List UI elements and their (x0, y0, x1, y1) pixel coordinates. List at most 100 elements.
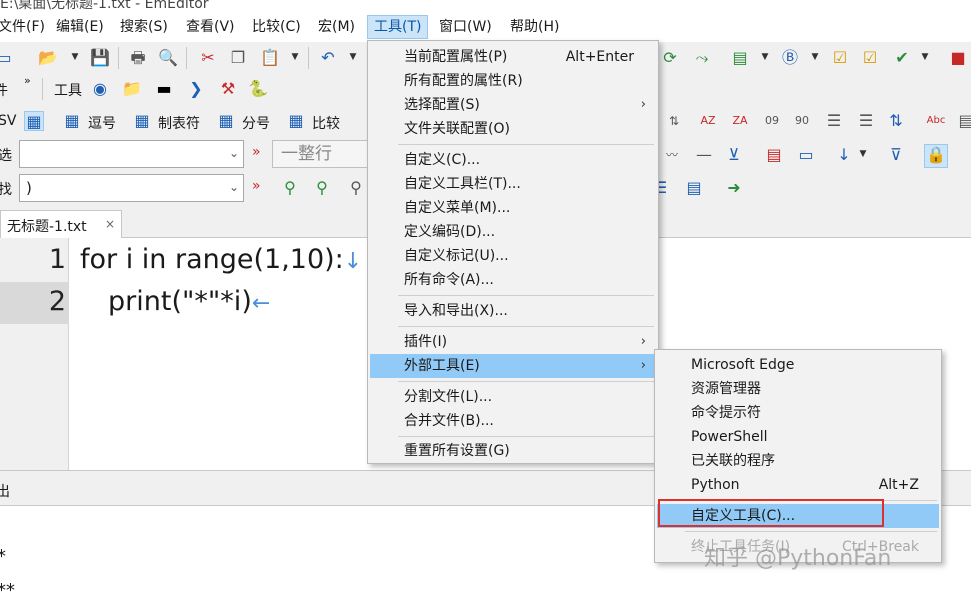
find-combo[interactable]: ) ⌄ (19, 174, 244, 202)
code-line[interactable]: print("*"*i)← (108, 286, 270, 317)
submenu-item-explorer[interactable]: 资源管理器 (657, 377, 939, 401)
validate-dropdown-icon[interactable]: ▼ (920, 52, 930, 62)
powershell-icon[interactable]: ❯ (186, 79, 206, 99)
menu-item-customize-toolbars[interactable]: 自定义工具栏(T)... (370, 172, 656, 196)
menu-window[interactable]: 窗口(W) (433, 15, 498, 39)
menu-item-import-export[interactable]: 导入和导出(X)... (370, 299, 656, 323)
menu-compare[interactable]: 比较(C) (246, 15, 307, 39)
menu-macro[interactable]: 宏(M) (312, 15, 361, 39)
menu-item-select-config[interactable]: 选择配置(S) › (370, 93, 656, 117)
compare-button[interactable]: 比较 (312, 113, 340, 133)
find-options-icon[interactable]: ⚲ (346, 178, 366, 198)
filter-next-icon[interactable]: » (252, 144, 261, 160)
explorer-icon[interactable]: 📁 (122, 79, 142, 99)
menu-help[interactable]: 帮助(H) (504, 15, 565, 39)
arrow-down-icon[interactable]: ↓ (834, 145, 854, 165)
find-next-icon[interactable]: » (252, 178, 261, 194)
list-icon[interactable]: ▤ (684, 178, 704, 198)
checklist-icon[interactable]: ☑ (830, 48, 850, 68)
lock-icon[interactable]: 🔒 (924, 144, 948, 168)
submenu-item-microsoft-edge[interactable]: Microsoft Edge (657, 353, 939, 377)
comma-icon[interactable]: ▦ (62, 111, 82, 131)
paste-icon[interactable]: 📋 (260, 48, 280, 68)
sort-9-0-icon[interactable]: 90 (792, 111, 812, 131)
menu-item-customize-menus[interactable]: 自定义菜单(M)... (370, 196, 656, 220)
menu-item-combine-files[interactable]: 合并文件(B)... (370, 409, 656, 433)
menu-tools[interactable]: 工具(T) (367, 15, 429, 39)
hammer-icon[interactable]: ⚒ (218, 79, 238, 99)
sort-options-icon[interactable]: ⇅ (886, 111, 906, 131)
tab-separator-icon[interactable]: ▦ (132, 111, 152, 131)
arrow-dropdown-icon[interactable]: ▼ (858, 149, 868, 159)
wave-icon[interactable]: 〰 (662, 145, 682, 165)
line-icon[interactable]: — (694, 145, 714, 165)
menu-item-customize-markers[interactable]: 自定义标记(U)... (370, 244, 656, 268)
sort-az-icon[interactable]: ⇅ (664, 111, 684, 131)
edge-icon[interactable]: ◉ (90, 79, 110, 99)
more-icon[interactable]: ▤ (956, 111, 971, 131)
document-icon[interactable]: ▤ (730, 48, 750, 68)
menu-edit[interactable]: 编辑(E) (50, 15, 110, 39)
menu-item-current-config-properties[interactable]: 当前配置属性(P) Alt+Enter (370, 45, 656, 69)
normal-mode-icon[interactable]: ▦ (24, 111, 44, 131)
menu-search[interactable]: 搜索(S) (114, 15, 174, 39)
bookmark-list-icon[interactable]: ▤ (764, 145, 784, 165)
chevron-down-icon[interactable]: ⌄ (229, 180, 239, 194)
code-line[interactable]: for i in range(1,10):↓ (80, 244, 362, 275)
copy-icon[interactable]: ❐ (228, 48, 248, 68)
sync-next-icon[interactable]: ⤳ (692, 48, 712, 68)
find-previous-icon[interactable]: ⚲ (280, 178, 300, 198)
sync-icon[interactable]: ⟳ (660, 48, 680, 68)
page-icon[interactable]: ▭ (796, 145, 816, 165)
compare-icon[interactable]: ▦ (286, 111, 306, 131)
semicolon-icon[interactable]: ▦ (216, 111, 236, 131)
sort-0-9-icon[interactable]: 09 (762, 111, 782, 131)
paste-dropdown-icon[interactable]: ▼ (290, 52, 300, 62)
command-prompt-icon[interactable]: ▬ (154, 79, 174, 99)
tab-separator-button[interactable]: 制表符 (158, 113, 200, 133)
submenu-item-powershell[interactable]: PowerShell (657, 425, 939, 449)
spell-check-icon[interactable]: Abc (926, 111, 946, 131)
filter-combo[interactable]: ⌄ (19, 140, 244, 168)
open-folder-icon[interactable]: 📂 (38, 48, 58, 68)
find-next-search-icon[interactable]: ⚲ (312, 178, 332, 198)
menu-item-all-commands[interactable]: 所有命令(A)... (370, 268, 656, 292)
document-tab[interactable]: 无标题-1.txt × (0, 210, 122, 238)
open-dropdown-icon[interactable]: ▼ (70, 52, 80, 62)
overflow-chevron-icon[interactable]: » (24, 74, 31, 87)
menu-item-all-config-properties[interactable]: 所有配置的属性(R) (370, 69, 656, 93)
menu-item-external-tools[interactable]: 外部工具(E) › (370, 354, 656, 378)
comma-button[interactable]: 逗号 (88, 113, 116, 133)
menu-item-customize[interactable]: 自定义(C)... (370, 148, 656, 172)
validate-icon[interactable]: ✔ (892, 48, 912, 68)
new-file-icon[interactable]: ▭ (0, 48, 14, 68)
undo-dropdown-icon[interactable]: ▼ (348, 52, 358, 62)
multi-check-icon[interactable]: ☑ (860, 48, 880, 68)
menu-file[interactable]: 文件(F) (0, 15, 51, 39)
encoding-icon[interactable]: Ⓑ (780, 48, 800, 68)
sort-length-asc-icon[interactable]: ☰ (824, 111, 844, 131)
save-icon[interactable]: 💾 (90, 48, 110, 68)
close-icon[interactable]: × (105, 217, 115, 231)
menu-item-split-file[interactable]: 分割文件(L)... (370, 385, 656, 409)
submenu-item-command-prompt[interactable]: 命令提示符 (657, 401, 939, 425)
filter-mode-box[interactable]: 一整行 (272, 140, 372, 168)
menu-view[interactable]: 查看(V) (180, 15, 241, 39)
sort-length-desc-icon[interactable]: ☰ (856, 111, 876, 131)
submenu-item-python[interactable]: Python Alt+Z (657, 473, 939, 497)
sort-z-a-icon[interactable]: ZA (730, 111, 750, 131)
go-arrow-icon[interactable]: ➜ (724, 178, 744, 198)
encoding-dropdown-icon[interactable]: ▼ (810, 52, 820, 62)
menu-item-plugins[interactable]: 插件(I) › (370, 330, 656, 354)
menu-item-reset-all-settings[interactable]: 重置所有设置(G) (370, 439, 656, 463)
print-icon[interactable]: 🖶 (128, 48, 148, 68)
menu-item-define-encodings[interactable]: 定义编码(D)... (370, 220, 656, 244)
print-preview-icon[interactable]: 🔍 (158, 48, 178, 68)
python-icon[interactable]: 🐍 (248, 79, 268, 99)
document-dropdown-icon[interactable]: ▼ (760, 52, 770, 62)
filter-icon[interactable]: ⊽ (886, 145, 906, 165)
stop-icon[interactable]: ■ (948, 48, 968, 68)
chevron-down-icon[interactable]: ⌄ (229, 146, 239, 160)
submenu-item-associated-program[interactable]: 已关联的程序 (657, 449, 939, 473)
cut-icon[interactable]: ✂ (198, 48, 218, 68)
